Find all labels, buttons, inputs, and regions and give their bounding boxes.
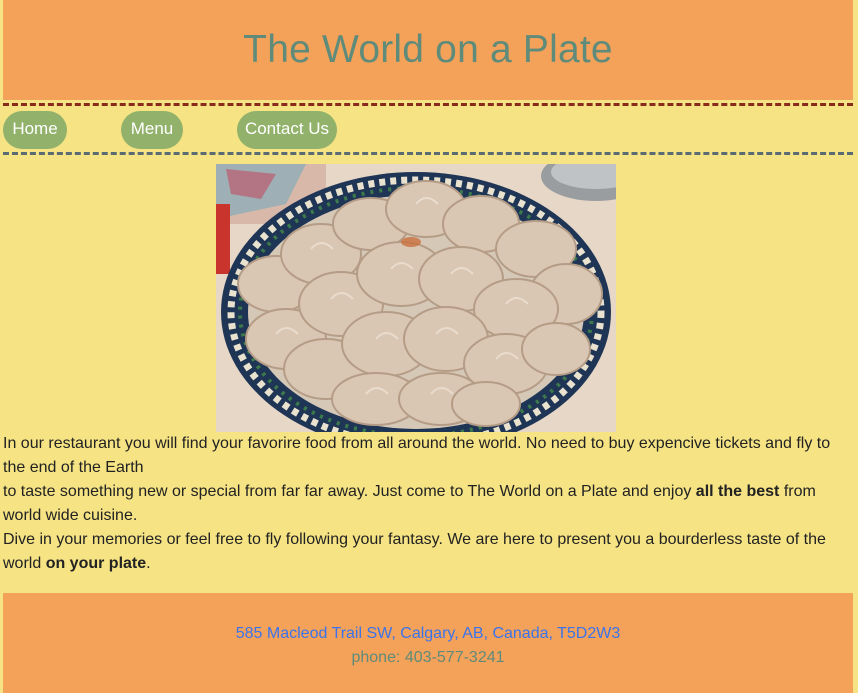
intro-line-2: to taste something new or special from f… xyxy=(3,480,853,528)
nav-divider-bottom xyxy=(3,152,853,155)
intro-line-1: In our restaurant you will find your fav… xyxy=(3,435,831,476)
nav-contact-button[interactable]: Contact Us xyxy=(237,111,337,149)
intro-line-3: Dive in your memories or feel free to fl… xyxy=(3,528,853,576)
intro-line-3-end: . xyxy=(146,555,151,572)
nav-menu-button[interactable]: Menu xyxy=(121,111,183,149)
site-header: The World on a Plate xyxy=(3,0,853,100)
nav-divider-top xyxy=(3,103,853,106)
site-footer: 585 Macleod Trail SW, Calgary, AB, Canad… xyxy=(3,593,853,693)
intro-line-3-emphasis: on your plate xyxy=(45,555,147,572)
intro-line-2-emphasis: all the best xyxy=(695,483,780,500)
intro-text: In our restaurant you will find your fav… xyxy=(3,432,853,576)
intro-line-2-start: to taste something new or special from f… xyxy=(3,483,696,500)
address-link[interactable]: 585 Macleod Trail SW, Calgary, AB, Canad… xyxy=(3,622,853,646)
site-title: The World on a Plate xyxy=(243,28,613,71)
phone-number: phone: 403-577-3241 xyxy=(351,649,505,666)
dumplings-photo xyxy=(216,164,616,432)
nav-home-button[interactable]: Home xyxy=(3,111,67,149)
